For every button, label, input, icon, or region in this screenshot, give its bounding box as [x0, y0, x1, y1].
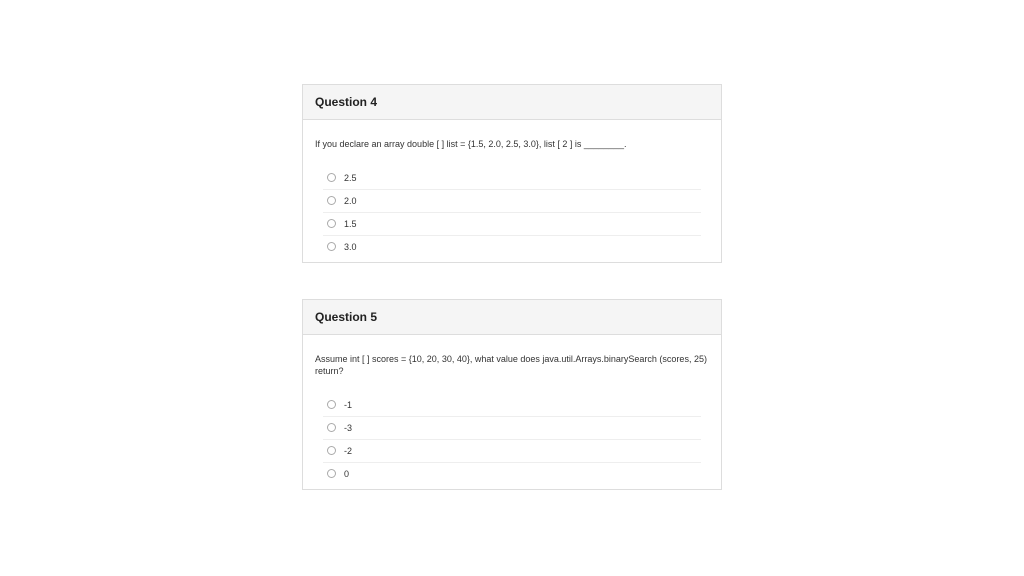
option-label: 3.0 — [344, 242, 357, 252]
question-header: Question 4 — [303, 85, 721, 120]
option-row[interactable]: 1.5 — [323, 213, 701, 236]
radio-icon[interactable] — [327, 242, 336, 251]
question-title: Question 5 — [315, 310, 709, 324]
option-label: -3 — [344, 423, 352, 433]
option-row[interactable]: 0 — [323, 463, 701, 485]
option-label: -2 — [344, 446, 352, 456]
option-label: 0 — [344, 469, 349, 479]
option-label: -1 — [344, 400, 352, 410]
question-prompt: If you declare an array double [ ] list … — [315, 138, 709, 151]
question-block: Question 4 If you declare an array doubl… — [302, 84, 722, 263]
radio-icon[interactable] — [327, 423, 336, 432]
question-prompt: Assume int [ ] scores = {10, 20, 30, 40}… — [315, 353, 709, 378]
option-row[interactable]: -2 — [323, 440, 701, 463]
option-row[interactable]: -1 — [323, 394, 701, 417]
options-list: 2.5 2.0 1.5 3.0 — [315, 167, 709, 258]
question-body: Assume int [ ] scores = {10, 20, 30, 40}… — [303, 335, 721, 489]
option-row[interactable]: 3.0 — [323, 236, 701, 258]
question-block: Question 5 Assume int [ ] scores = {10, … — [302, 299, 722, 490]
option-label: 2.5 — [344, 173, 357, 183]
question-title: Question 4 — [315, 95, 709, 109]
option-row[interactable]: 2.5 — [323, 167, 701, 190]
question-body: If you declare an array double [ ] list … — [303, 120, 721, 262]
radio-icon[interactable] — [327, 196, 336, 205]
radio-icon[interactable] — [327, 469, 336, 478]
option-row[interactable]: -3 — [323, 417, 701, 440]
question-header: Question 5 — [303, 300, 721, 335]
radio-icon[interactable] — [327, 446, 336, 455]
option-label: 1.5 — [344, 219, 357, 229]
radio-icon[interactable] — [327, 173, 336, 182]
option-label: 2.0 — [344, 196, 357, 206]
radio-icon[interactable] — [327, 400, 336, 409]
quiz-container: Question 4 If you declare an array doubl… — [302, 0, 722, 490]
options-list: -1 -3 -2 0 — [315, 394, 709, 485]
radio-icon[interactable] — [327, 219, 336, 228]
option-row[interactable]: 2.0 — [323, 190, 701, 213]
